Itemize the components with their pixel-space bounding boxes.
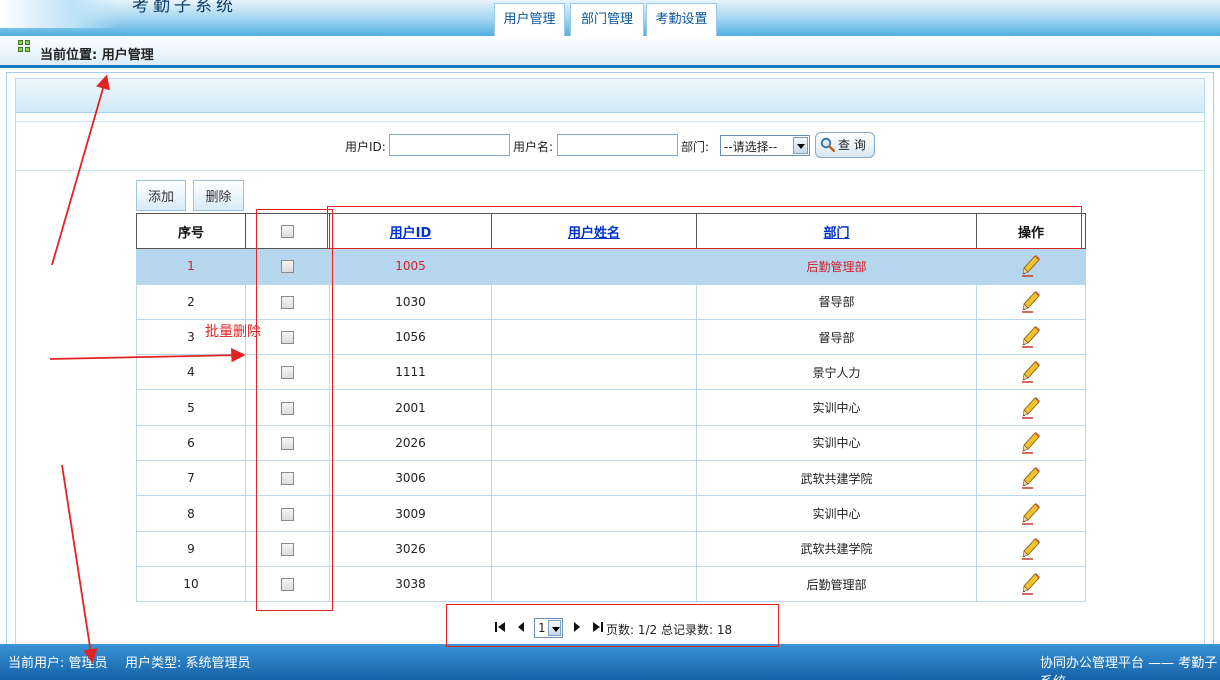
department-label: 部门: [681,140,710,154]
delete-button[interactable]: 删除 [193,180,244,211]
query-button-label: 查 询 [838,138,866,152]
cell-user-name [491,495,697,532]
cell-department: 督导部 [696,283,977,320]
cell-user-name [491,354,697,391]
pencil-icon[interactable] [1021,573,1041,595]
cell-department: 后勤管理部 [696,248,977,285]
annotation-pagination-box [446,604,779,647]
user-id-input[interactable] [389,134,510,156]
pencil-icon[interactable] [1021,290,1041,313]
cell-index: 5 [136,389,246,426]
annotation-batch-delete-label: 批量删除 [205,324,261,340]
user-name-label: 用户名: [513,140,554,154]
cell-operation [976,530,1086,567]
pencil-icon[interactable] [1021,502,1041,525]
tab-user-management[interactable]: 用户管理 [494,3,565,36]
cell-department: 实训中心 [696,495,977,532]
cell-user-name [491,530,697,567]
cell-department: 实训中心 [696,389,977,426]
pencil-icon[interactable] [1021,361,1041,384]
page: 考勤子系统 用户管理 部门管理 考勤设置 当前位置: 用户管理 用户ID: 用户… [0,0,1220,680]
cell-operation [976,424,1086,462]
breadcrumb: 当前位置: 用户管理 [40,48,154,63]
cell-operation [976,318,1086,356]
pencil-icon[interactable] [1021,326,1041,348]
tab-department-management[interactable]: 部门管理 [570,3,644,36]
cell-user-id: 3038 [329,565,492,603]
header-index: 序号 [136,212,246,250]
cell-user-id: 3006 [329,460,492,497]
cell-user-id: 1056 [329,318,492,356]
cell-index: 1 [136,248,246,285]
cell-operation [976,283,1086,320]
platform-text: 协同办公管理平台 —— 考勤子系统 [1040,656,1218,680]
header-decoration [0,0,120,28]
department-select[interactable]: --请选择-- [720,135,810,156]
cell-index: 7 [136,460,246,497]
pencil-icon[interactable] [1021,467,1041,489]
cell-operation [976,248,1086,285]
cell-index: 6 [136,424,246,462]
cell-user-id: 1111 [329,354,492,391]
magnifier-icon [820,137,835,152]
cell-user-name [491,565,697,603]
cell-user-id: 1030 [329,283,492,320]
cell-operation [976,495,1086,532]
cell-index: 4 [136,354,246,391]
cell-index: 8 [136,495,246,532]
cell-operation [976,389,1086,426]
status-bar: 当前用户: 管理员 用户类型: 系统管理员 协同办公管理平台 —— 考勤子系统 [0,644,1220,680]
annotation-header-box [327,206,1082,249]
grid-icon [18,40,31,53]
cell-user-name [491,389,697,426]
user-name-input[interactable] [557,134,678,156]
top-header: 考勤子系统 用户管理 部门管理 考勤设置 [0,0,1220,36]
cell-index: 10 [136,565,246,603]
cell-department: 武软共建学院 [696,530,977,567]
dropdown-arrow-icon[interactable] [793,137,808,154]
user-id-label: 用户ID: [345,140,386,154]
add-button[interactable]: 添加 [136,180,186,211]
cell-index: 9 [136,530,246,567]
cell-user-id: 2026 [329,424,492,462]
location-bar: 当前位置: 用户管理 [0,36,1220,68]
cell-user-id: 3026 [329,530,492,567]
cell-index: 2 [136,283,246,320]
cell-user-id: 3009 [329,495,492,532]
cell-department: 后勤管理部 [696,565,977,603]
cell-user-name [491,460,697,497]
annotation-checkbox-column-box [256,209,333,611]
system-title: 考勤子系统 [132,0,237,16]
cell-department: 督导部 [696,318,977,356]
cell-department: 景宁人力 [696,354,977,391]
panel-header-strip [16,79,1204,113]
cell-user-name [491,424,697,462]
cell-user-name [491,318,697,356]
current-user-text: 当前用户: 管理员 [8,656,108,671]
cell-operation [976,460,1086,497]
cell-operation [976,565,1086,603]
cell-department: 武软共建学院 [696,460,977,497]
department-select-value: --请选择-- [724,140,778,154]
user-type-text: 用户类型: 系统管理员 [125,656,251,671]
pencil-icon[interactable] [1021,255,1041,278]
cell-user-name [491,248,697,285]
cell-operation [976,354,1086,391]
query-button[interactable]: 查 询 [815,132,875,158]
cell-user-id: 1005 [329,248,492,285]
cell-department: 实训中心 [696,424,977,462]
cell-user-id: 2001 [329,389,492,426]
pencil-icon[interactable] [1021,431,1041,454]
cell-user-name [491,283,697,320]
tab-attendance-settings[interactable]: 考勤设置 [646,3,717,36]
pencil-icon[interactable] [1021,396,1041,419]
pencil-icon[interactable] [1021,537,1041,560]
